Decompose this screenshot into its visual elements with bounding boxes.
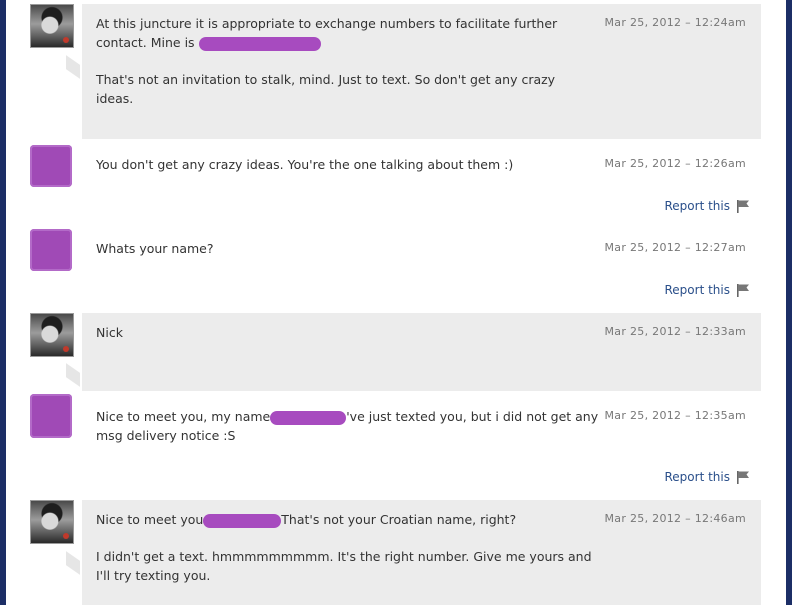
message-text: That's not your Croatian name, right? [281, 512, 517, 527]
avatar[interactable] [30, 4, 74, 48]
avatar[interactable] [30, 313, 74, 357]
message-bubble: Nice to meet you That's not your Croatian… [82, 500, 761, 605]
timestamp: Mar 25, 2012 – 12:26am [604, 157, 746, 170]
message-text: That's not an invitation to stalk, mind.… [96, 72, 556, 106]
message-text: At this juncture it is appropriate to ex… [96, 16, 558, 50]
redaction-mark [203, 513, 282, 528]
message-bubble: You don't get any crazy ideas. You're th… [82, 145, 761, 223]
timestamp: Mar 25, 2012 – 12:35am [604, 409, 746, 422]
message-text: Nick [96, 325, 123, 340]
message-thread: At this juncture it is appropriate to ex… [6, 0, 786, 605]
avatar[interactable] [30, 500, 74, 544]
redaction-mark [198, 36, 321, 51]
report-link[interactable]: Report this [665, 283, 752, 297]
message-bubble: Whats your name? Mar 25, 2012 – 12:27am … [82, 229, 761, 307]
message-bubble: At this juncture it is appropriate to ex… [82, 4, 761, 139]
timestamp: Mar 25, 2012 – 12:46am [604, 512, 746, 525]
message-bubble: Nick Mar 25, 2012 – 12:33am [82, 313, 761, 391]
report-link[interactable]: Report this [665, 199, 752, 213]
avatar[interactable] [30, 394, 72, 438]
timestamp: Mar 25, 2012 – 12:27am [604, 241, 746, 254]
message-text: I didn't get a text. hmmmmmmmmm. It's th… [96, 549, 592, 583]
message-text: Nice to meet you, my name [96, 409, 271, 424]
avatar[interactable] [30, 145, 72, 187]
message-text: You don't get any crazy ideas. You're th… [96, 157, 514, 172]
message-bubble: Nice to meet you, my name've just texted… [82, 397, 761, 494]
avatar[interactable] [30, 229, 72, 271]
message-text: Whats your name? [96, 241, 214, 256]
message-text: Nice to meet you [96, 512, 204, 527]
flag-icon[interactable] [736, 470, 751, 484]
redaction-mark [270, 410, 347, 425]
timestamp: Mar 25, 2012 – 12:33am [604, 325, 746, 338]
flag-icon[interactable] [736, 199, 751, 213]
report-link[interactable]: Report this [665, 470, 752, 484]
timestamp: Mar 25, 2012 – 12:24am [604, 16, 746, 29]
flag-icon[interactable] [736, 283, 751, 297]
